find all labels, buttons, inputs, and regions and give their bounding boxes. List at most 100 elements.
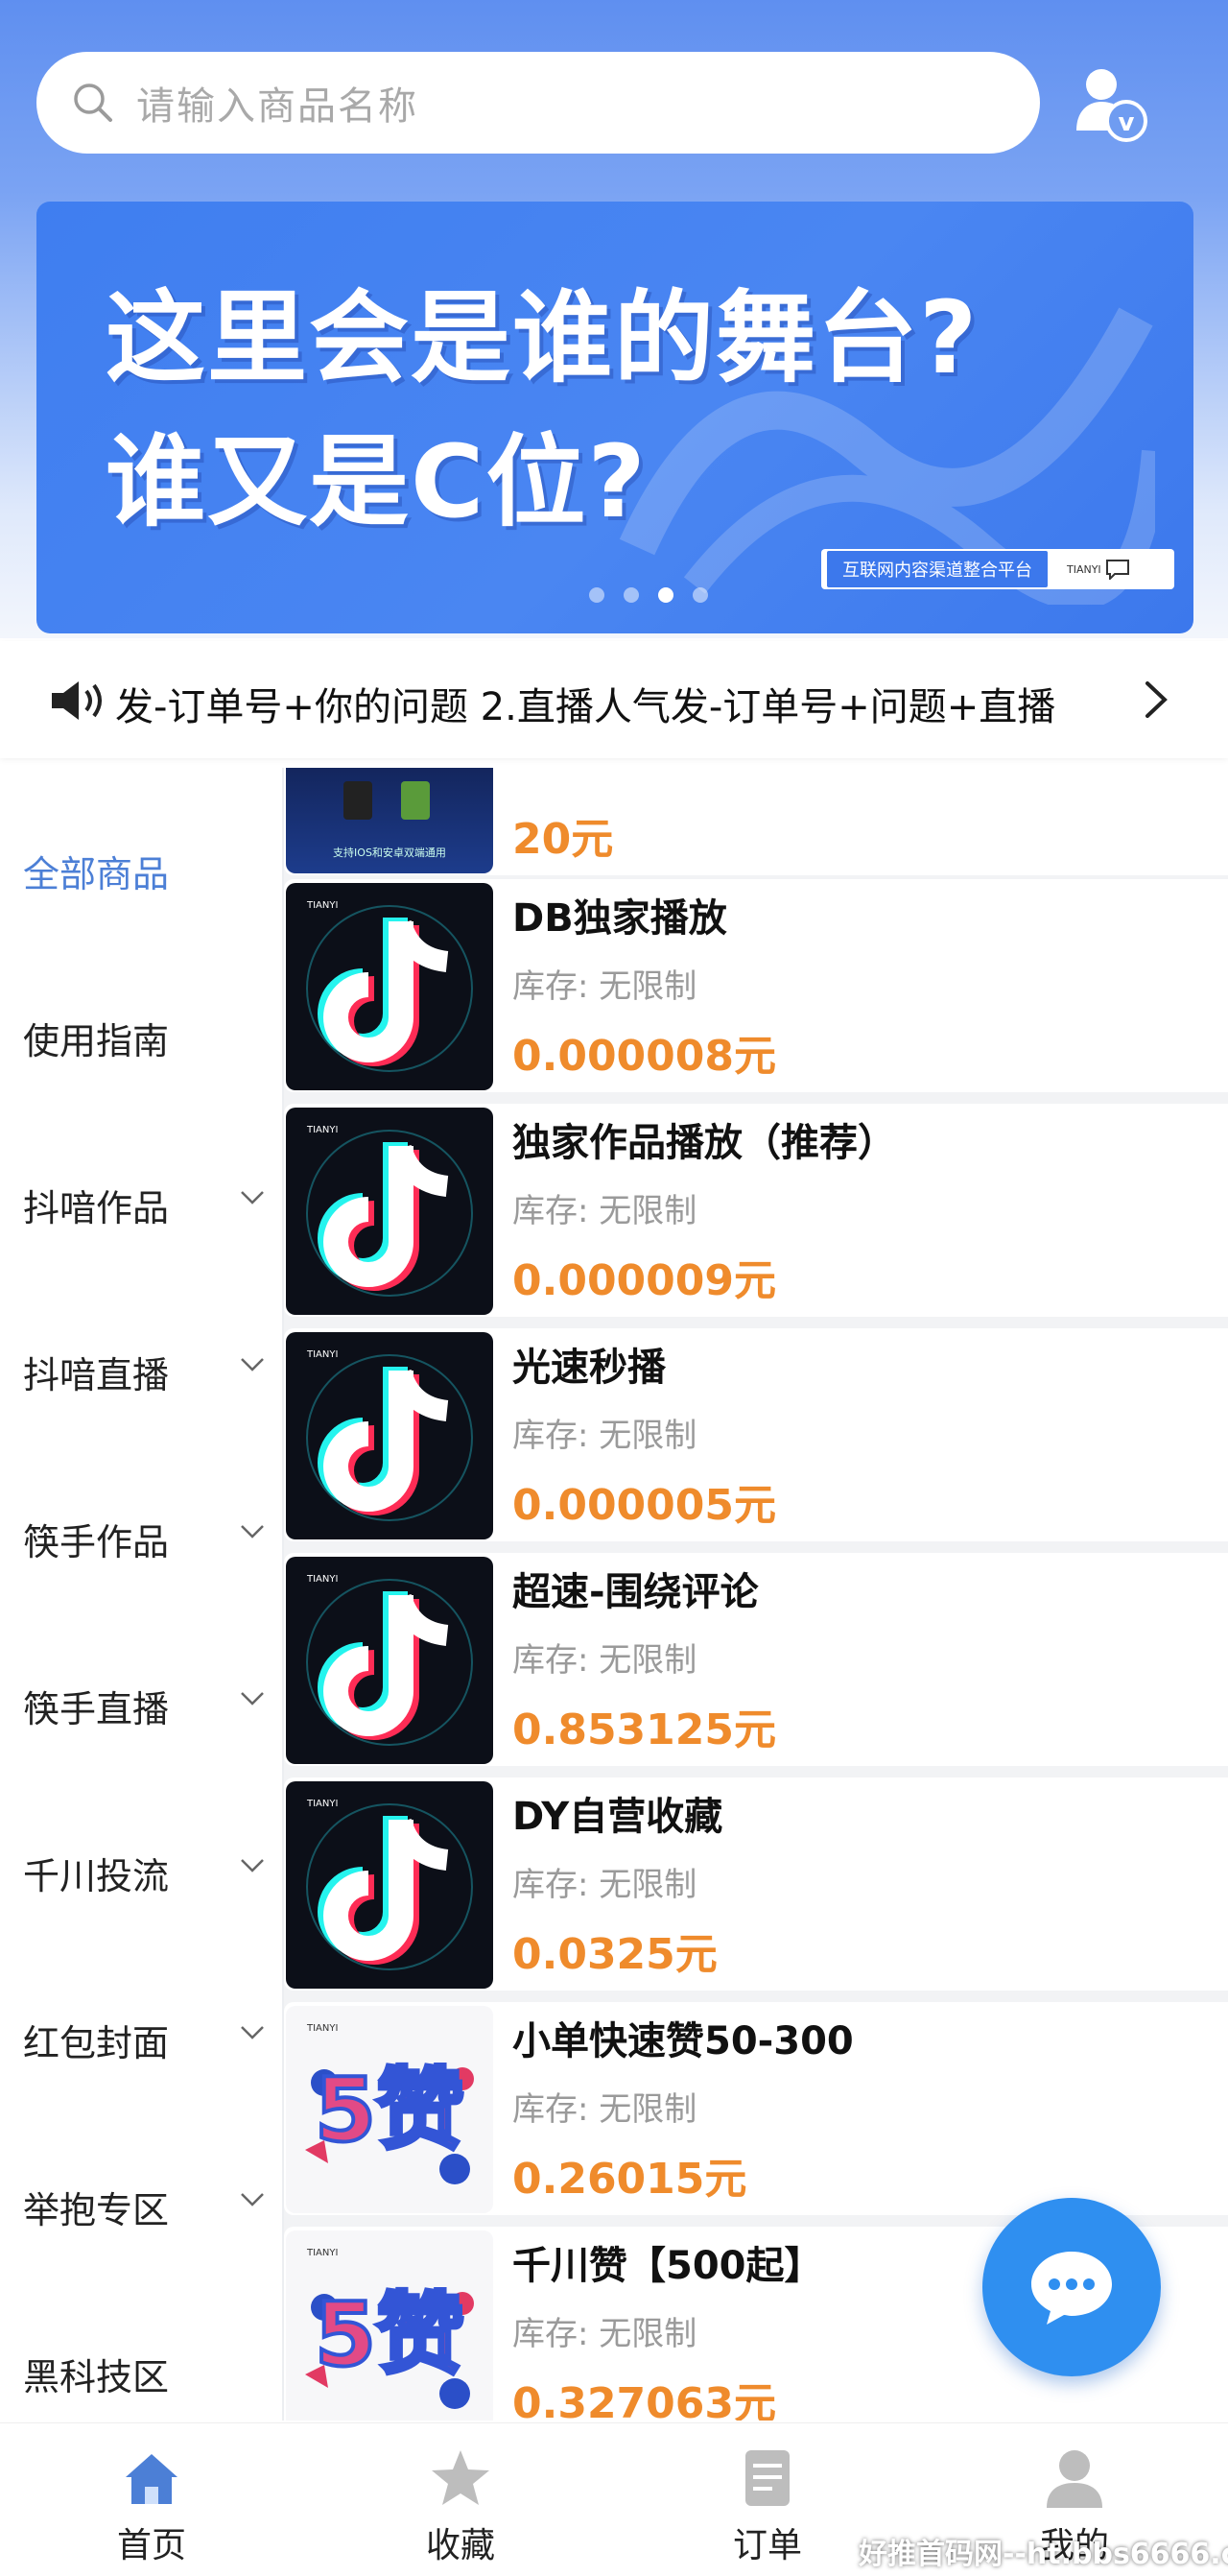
product-stock: 库存: 无限制 [512,1192,697,1230]
search-input[interactable]: 请输入商品名称 [136,75,418,131]
product-price: 0.000008元 [512,1032,777,1081]
tab-home[interactable]: 首页 [75,2446,228,2571]
product-title: 独家作品播放（推荐） [512,1121,896,1165]
banner-pagination[interactable] [589,587,708,603]
chevron-down-icon [241,1692,264,1705]
sidebar-item-dy-live[interactable]: 抖喑直播 [0,1321,284,1417]
sidebar-item-label: 千川投流 [23,1855,170,1897]
tiktok-logo-icon: TIANYI [306,900,473,1072]
page-dot[interactable] [624,587,639,603]
order-icon [745,2450,790,2506]
chevron-down-icon [241,1525,264,1538]
product-thumbnail: TIANYI [286,1557,493,1764]
notice-text: 发-订单号+你的问题 2.直播人气发-订单号+问题+直播 [115,685,1056,729]
sidebar-item-label: 筷手直播 [23,1688,170,1730]
product-stock: 库存: 无限制 [512,1641,697,1680]
product-price: 0.000009元 [512,1256,777,1305]
svg-text:TIANYI: TIANYI [306,1799,338,1809]
sidebar-item-tech[interactable]: 黑科技区 [0,2323,284,2419]
svg-text:TIANYI: TIANYI [306,1349,338,1360]
tiktok-logo-icon: TIANYI [306,1574,473,1746]
svg-text:支持IOS和安卓双端通用: 支持IOS和安卓双端通用 [333,846,446,859]
product-thumbnail: TIANYI [286,1108,493,1315]
svg-text:5赞: 5赞 [315,2283,464,2386]
category-sidebar: 全部商品 使用指南 抖喑作品 抖喑直播 筷手作品 筷手直播 千川投流 红包封面 … [0,768,284,2421]
tianyi-logo-text: TIANYI [1067,562,1101,576]
sidebar-item-qianchuan[interactable]: 千川投流 [0,1822,284,1918]
tab-favorites[interactable]: 收藏 [384,2446,537,2571]
product-list: 支持IOS和安卓双端通用 20元 TIANYI DB独家播放 库存: 无限制 0… [282,768,1228,2421]
phone-os-image: 支持IOS和安卓双端通用 [333,781,446,859]
sidebar-item-dy-works[interactable]: 抖喑作品 [0,1154,284,1250]
product-title: 小单快速赞50-300 [512,2019,854,2063]
sidebar-item-label: 举抱专区 [23,2189,170,2231]
home-icon [126,2454,177,2504]
svg-text:5赞: 5赞 [315,2059,464,2161]
user-verified-icon[interactable]: v [1073,63,1149,144]
product-card[interactable]: TIANYI 独家作品播放（推荐） 库存: 无限制 0.000009元 [284,1104,1228,1317]
product-card[interactable]: TIANYI DY自营收藏 库存: 无限制 0.0325元 [284,1777,1228,1991]
product-price: 0.26015元 [512,2155,747,2204]
sidebar-item-label: 红包封面 [23,2022,170,2064]
sidebar-item-all[interactable]: 全部商品 [0,820,284,916]
product-price: 0.0325元 [512,1930,718,1979]
product-thumbnail: TIANYI [286,1781,493,1989]
promo-banner[interactable]: 这里会是谁的舞台? 谁又是C位? 互联网内容渠道整合平台 TIANYI [36,202,1193,633]
product-title: 千川赞【500起】 [512,2244,823,2288]
tianyi-logo: TIANYI [1067,559,1130,580]
sidebar-item-guide[interactable]: 使用指南 [0,987,284,1083]
profile-icon [1047,2450,1102,2508]
product-card[interactable]: 支持IOS和安卓双端通用 20元 [284,768,1228,875]
like-badge-icon: 5赞 TIANYI [305,2248,474,2409]
sidebar-item-label: 筷手作品 [23,1521,170,1563]
page-dot[interactable] [693,587,708,603]
watermark: 好推首码网--ht.bbs6666.com [859,2538,1228,2571]
product-card[interactable]: TIANYI 光速秒播 库存: 无限制 0.000005元 [284,1328,1228,1541]
sidebar-item-red-envelope[interactable]: 红包封面 [0,1989,284,2085]
chat-bubble-icon [1105,560,1129,580]
sidebar-item-report[interactable]: 举抱专区 [0,2156,284,2252]
product-title: 光速秒播 [512,1346,666,1390]
banner-tag: 互联网内容渠道整合平台 [827,551,1048,587]
like-badge-icon: 5赞 TIANYI [305,2023,474,2184]
chevron-down-icon [241,1191,264,1205]
chevron-down-icon [241,1859,264,1872]
product-stock: 库存: 无限制 [512,967,697,1006]
svg-text:TIANYI: TIANYI [306,1125,338,1135]
star-icon [432,2450,489,2505]
product-title: DY自营收藏 [512,1795,723,1839]
notice-bar[interactable]: 发-订单号+你的问题 2.直播人气发-订单号+问题+直播 [0,641,1228,758]
chevron-down-icon [241,2026,264,2039]
product-thumbnail: TIANYI [286,1332,493,1539]
product-thumbnail: 5赞 TIANYI [286,2230,493,2421]
tab-orders[interactable]: 订单 [691,2446,844,2571]
sidebar-item-ks-works[interactable]: 筷手作品 [0,1488,284,1584]
banner-tagline: 互联网内容渠道整合平台 TIANYI [821,549,1174,589]
sidebar-item-ks-live[interactable]: 筷手直播 [0,1655,284,1751]
product-card[interactable]: TIANYI DB独家播放 库存: 无限制 0.000008元 [284,879,1228,1092]
product-stock: 库存: 无限制 [512,1417,697,1455]
sidebar-item-label: 全部商品 [23,853,170,895]
banner-headline-1: 这里会是谁的舞台? [106,279,980,396]
page-dot-active[interactable] [658,587,673,603]
chevron-right-icon[interactable] [1140,680,1172,720]
product-card[interactable]: TIANYI 超速-围绕评论 库存: 无限制 0.853125元 [284,1553,1228,1766]
search-bar[interactable]: 请输入商品名称 [36,52,1040,154]
product-thumbnail: 支持IOS和安卓双端通用 [286,768,493,873]
page-dot[interactable] [589,587,604,603]
search-icon [74,83,112,122]
tiktok-logo-icon: TIANYI [306,1125,473,1297]
product-stock: 库存: 无限制 [512,2315,697,2353]
sidebar-item-label: 抖喑作品 [23,1187,170,1229]
speaker-icon [52,681,102,720]
product-thumbnail: 5赞 TIANYI [286,2006,493,2213]
svg-text:TIANYI: TIANYI [306,900,338,911]
product-price: 0.853125元 [512,1705,777,1754]
chat-button[interactable] [982,2198,1161,2376]
svg-text:TIANYI: TIANYI [306,1574,338,1585]
tab-label: 订单 [732,2526,802,2565]
product-price: 0.000005元 [512,1481,777,1530]
sidebar-item-label: 黑科技区 [23,2356,170,2398]
product-card[interactable]: 5赞 TIANYI 小单快速赞50-300 库存: 无限制 0.26015元 [284,2002,1228,2215]
sidebar-item-label: 使用指南 [23,1020,170,1062]
